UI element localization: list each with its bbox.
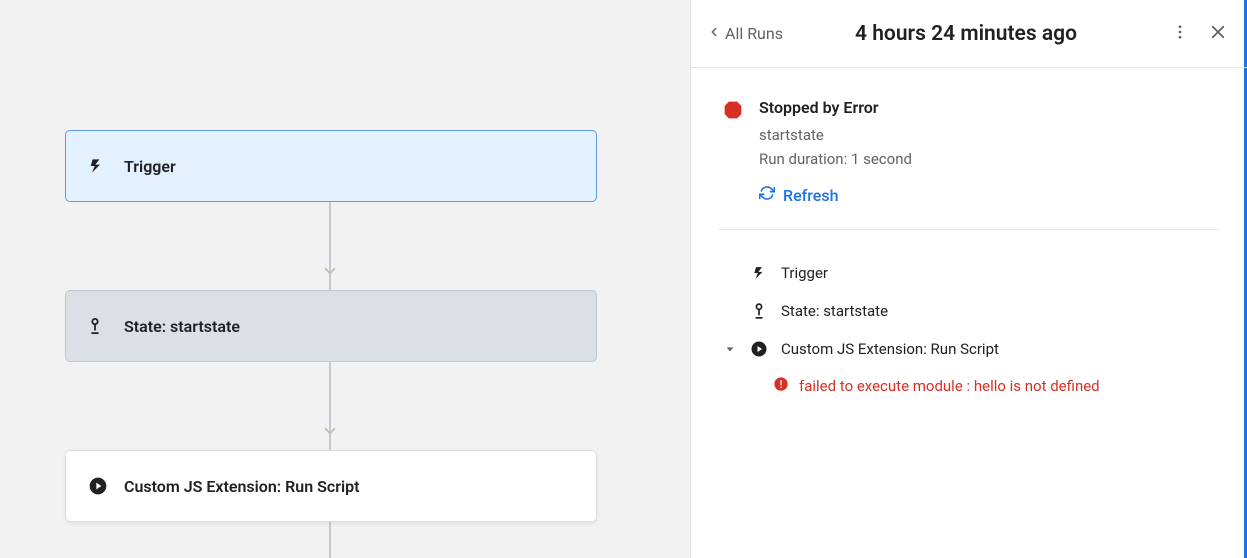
error-status-icon — [723, 100, 743, 205]
status-duration: Run duration: 1 second — [759, 147, 912, 171]
workflow-canvas: Trigger State: startstate Custom JS Exte… — [0, 0, 690, 558]
step-action[interactable]: Custom JS Extension: Run Script — [723, 330, 1219, 368]
run-timestamp-title: 4 hours 24 minutes ago — [743, 22, 1189, 46]
state-icon — [88, 318, 114, 334]
step-label: Custom JS Extension: Run Script — [781, 340, 999, 358]
refresh-icon — [759, 185, 775, 205]
arrow-down-icon — [321, 422, 339, 444]
arrow-down-icon — [321, 262, 339, 284]
overflow-menu-button[interactable] — [1165, 19, 1195, 49]
step-trigger[interactable]: Trigger — [723, 254, 1219, 292]
play-circle-icon — [88, 476, 114, 496]
chevron-left-icon — [707, 24, 721, 43]
flow-connector — [329, 522, 331, 558]
error-message: failed to execute module : hello is not … — [799, 377, 1100, 395]
step-error-row: failed to execute module : hello is not … — [723, 368, 1219, 404]
error-circle-icon — [773, 376, 789, 396]
workflow-node-state[interactable]: State: startstate — [65, 290, 597, 362]
workflow-node-action[interactable]: Custom JS Extension: Run Script — [65, 450, 597, 522]
node-label: State: startstate — [124, 317, 240, 336]
step-label: State: startstate — [781, 302, 888, 320]
play-circle-icon — [749, 340, 769, 358]
step-state[interactable]: State: startstate — [723, 292, 1219, 330]
close-panel-button[interactable] — [1203, 19, 1233, 49]
bolt-icon — [749, 266, 769, 280]
run-steps-list: Trigger State: startstate — [719, 230, 1219, 404]
step-label: Trigger — [781, 264, 828, 282]
run-details-panel: All Runs 4 hours 24 minutes ago — [690, 0, 1247, 558]
run-status-block: Stopped by Error startstate Run duration… — [719, 68, 1219, 230]
status-state-name: startstate — [759, 123, 912, 147]
refresh-button[interactable]: Refresh — [759, 185, 839, 205]
status-title: Stopped by Error — [759, 98, 912, 117]
close-icon — [1209, 23, 1227, 45]
node-label: Trigger — [124, 157, 176, 176]
state-icon — [749, 303, 769, 319]
more-vertical-icon — [1171, 23, 1189, 45]
workflow-node-trigger[interactable]: Trigger — [65, 130, 597, 202]
caret-down-icon[interactable] — [723, 344, 737, 354]
panel-header: All Runs 4 hours 24 minutes ago — [691, 0, 1247, 68]
bolt-icon — [88, 158, 114, 174]
refresh-label: Refresh — [783, 186, 839, 205]
node-label: Custom JS Extension: Run Script — [124, 477, 360, 496]
